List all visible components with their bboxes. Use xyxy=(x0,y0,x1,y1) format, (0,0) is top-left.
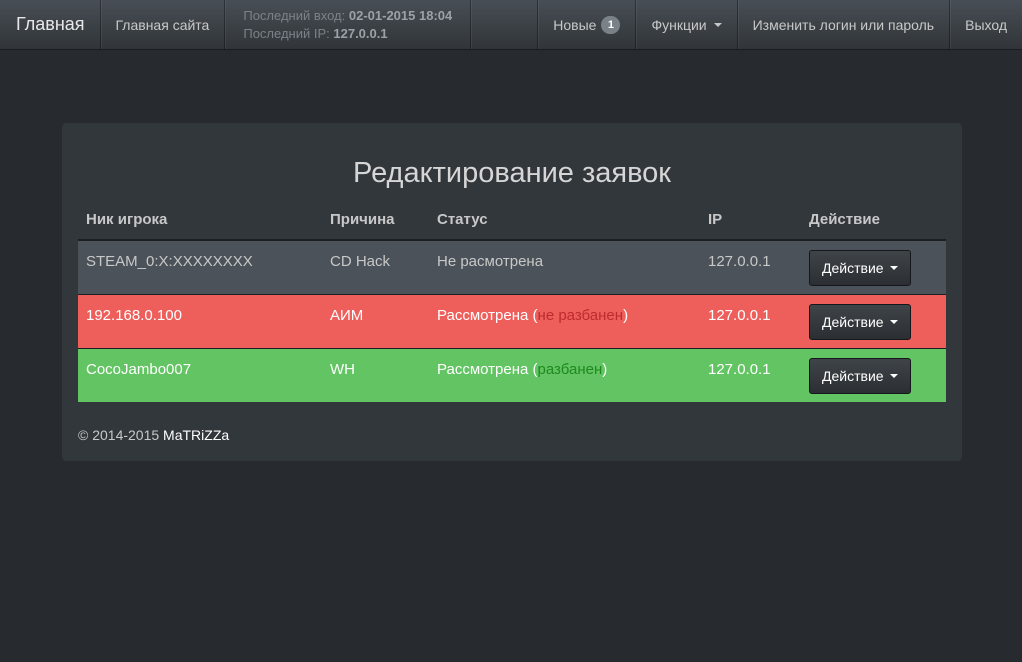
cell-nick: STEAM_0:X:XXXXXXXX xyxy=(78,239,322,294)
cell-action: Действие xyxy=(801,239,946,294)
last-login-value: 02-01-2015 18:04 xyxy=(348,7,453,23)
col-action: Действие xyxy=(801,199,946,241)
col-ip: IP xyxy=(700,199,801,241)
cell-status: Рассмотрена (не разбанен) xyxy=(429,293,700,348)
caret-down-icon xyxy=(889,373,898,378)
change-login-link[interactable]: Изменить логин или пароль xyxy=(738,0,951,49)
cell-ip: 127.0.0.1 xyxy=(700,239,801,294)
copyright: © 2014-2015 xyxy=(78,427,160,443)
last-login: Последний вход: 02-01-2015 18:04 xyxy=(243,7,453,23)
action-button[interactable]: Действие xyxy=(809,357,911,394)
cell-reason: CD Hack xyxy=(322,239,429,294)
new-requests-label: Новые xyxy=(553,16,597,33)
login-info: Последний вход: 02-01-2015 18:04 Последн… xyxy=(225,0,472,49)
cell-status: Рассмотрена (разбанен) xyxy=(429,347,700,402)
requests-panel: Редактирование заявок Ник игрока Причина… xyxy=(62,123,962,461)
functions-dropdown[interactable]: Функции xyxy=(636,0,738,49)
cell-nick: CocoJambo007 xyxy=(78,347,322,402)
site-home-link[interactable]: Главная сайта xyxy=(101,0,226,49)
action-button[interactable]: Действие xyxy=(809,250,911,286)
cell-reason: WH xyxy=(322,347,429,402)
new-count-badge: 1 xyxy=(601,15,621,34)
status-note: разбанен xyxy=(537,360,603,378)
cell-nick: 192.168.0.100 xyxy=(78,293,322,348)
requests-table: Ник игрока Причина Статус IP Действие ST… xyxy=(78,199,946,402)
col-status: Статус xyxy=(429,199,700,241)
caret-down-icon xyxy=(713,22,722,27)
caret-down-icon xyxy=(889,319,898,324)
last-ip-value: 127.0.0.1 xyxy=(333,25,388,41)
col-reason: Причина xyxy=(322,199,429,241)
col-nick: Ник игрока xyxy=(78,199,322,241)
table-row: CocoJambo007 WH Рассмотрена (разбанен) 1… xyxy=(78,347,946,402)
table-header: Ник игрока Причина Статус IP Действие xyxy=(78,199,946,241)
cell-reason: АИМ xyxy=(322,293,429,348)
new-requests-link[interactable]: Новые 1 xyxy=(538,0,637,49)
logout-link[interactable]: Выход xyxy=(950,0,1022,49)
cell-ip: 127.0.0.1 xyxy=(700,293,801,348)
last-ip: Последний IP: 127.0.0.1 xyxy=(243,25,388,41)
author: MaTRiZZa xyxy=(163,427,230,443)
cell-action: Действие xyxy=(801,293,946,348)
functions-label: Функции xyxy=(651,16,707,33)
navbar-spacer xyxy=(471,0,539,49)
cell-ip: 127.0.0.1 xyxy=(700,347,801,402)
navbar: Главная Главная сайта Последний вход: 02… xyxy=(0,0,1022,50)
caret-down-icon xyxy=(889,266,898,270)
brand-link[interactable]: Главная xyxy=(0,0,101,49)
navbar-right: Новые 1 Функции Изменить логин или парол… xyxy=(538,0,1022,49)
table-row: STEAM_0:X:XXXXXXXX CD Hack Не расмотрена… xyxy=(78,239,946,294)
cell-status: Не расмотрена xyxy=(429,239,700,294)
footer: © 2014-2015 MaTRiZZa xyxy=(78,427,229,443)
table-row: 192.168.0.100 АИМ Рассмотрена (не разбан… xyxy=(78,293,946,348)
action-button[interactable]: Действие xyxy=(809,303,911,340)
cell-action: Действие xyxy=(801,347,946,402)
page-title: Редактирование заявок xyxy=(353,157,671,189)
status-note: не разбанен xyxy=(537,306,624,324)
